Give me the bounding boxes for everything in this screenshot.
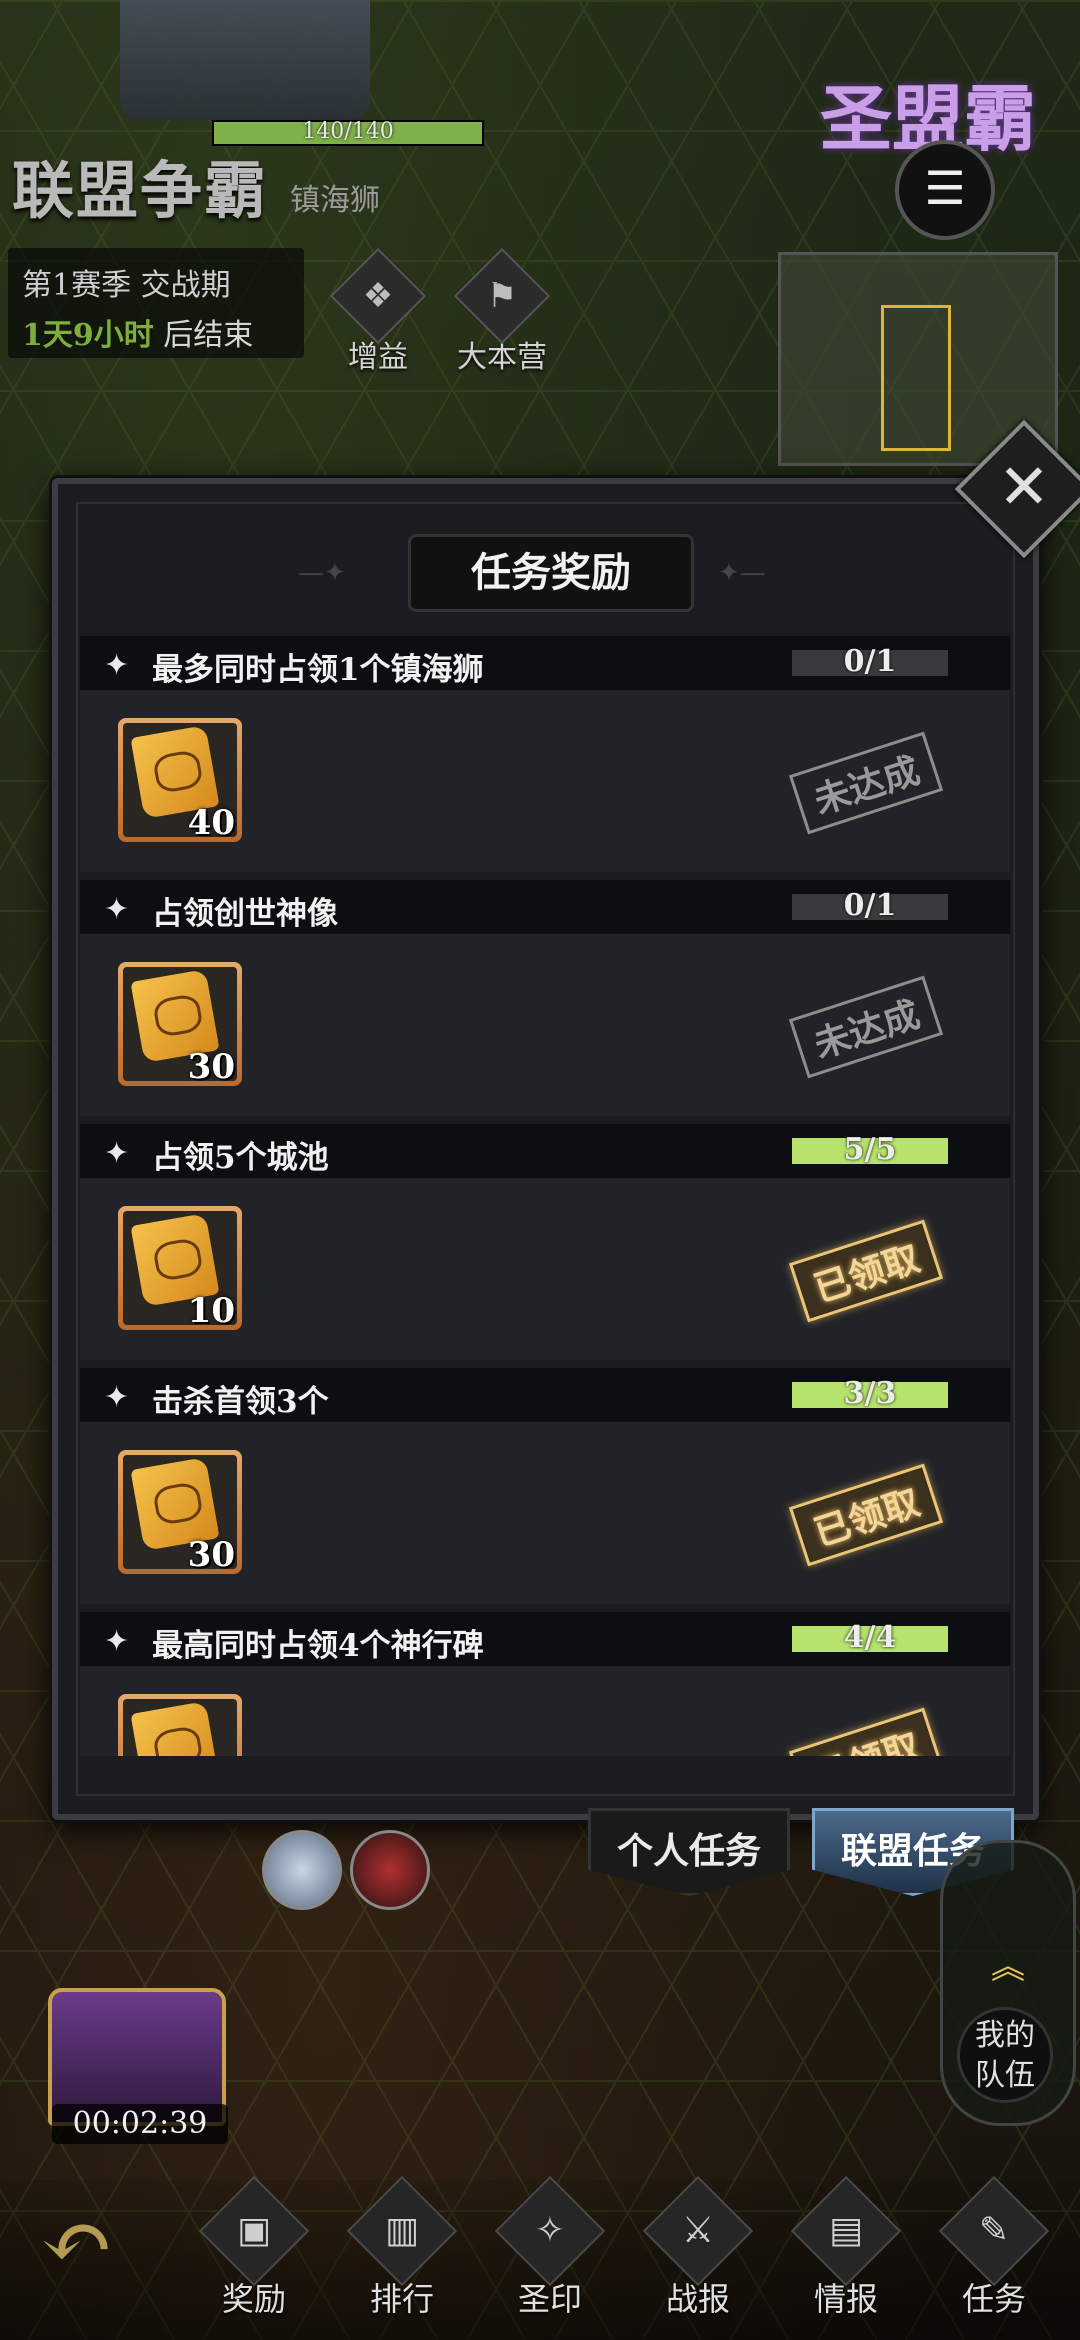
title-plate: 任务奖励 <box>408 534 694 612</box>
task-item: ✦ 最高同时占领4个神行碑 4/4 已领取 <box>80 1612 1010 1756</box>
nav-tasks[interactable]: ✎ 任务 <box>934 2175 1054 2320</box>
scroll-icon <box>130 1701 220 1756</box>
nav-battle-report[interactable]: ⚔ 战报 <box>638 2175 758 2320</box>
my-team-panel[interactable]: ︽ 我的 队伍 <box>940 1840 1076 2126</box>
chest-timer: 00:02:39 <box>52 2104 228 2144</box>
reward-quantity: 40 <box>187 803 235 837</box>
task-body: 30 已领取 <box>80 1422 1010 1612</box>
task-item: ✦ 最多同时占领1个镇海狮 0/1 40 未达成 <box>80 636 1010 880</box>
nav-ranking[interactable]: ▥ 排行 <box>342 2175 462 2320</box>
team-label-line2: 队伍 <box>975 2058 1035 2093</box>
back-arrow-icon[interactable]: ↶ <box>40 2190 114 2293</box>
status-stamp: 已领取 <box>788 1707 944 1756</box>
time-suffix: 后结束 <box>153 318 254 353</box>
task-name: 占领创世神像 <box>152 896 338 932</box>
task-progress-text: 5/5 <box>843 1132 897 1167</box>
task-item: ✦ 击杀首领3个 3/3 30 已领取 <box>80 1368 1010 1612</box>
task-progress-text: 3/3 <box>843 1376 897 1411</box>
status-stamp: 未达成 <box>788 731 944 835</box>
battle-report-icon: ⚔ <box>642 2175 754 2287</box>
my-team-button[interactable]: 我的 队伍 <box>957 2007 1053 2103</box>
task-header: ✦ 最高同时占领4个神行碑 4/4 <box>80 1612 1010 1666</box>
sparkle-icon: ✦ <box>104 1380 130 1415</box>
page-title: 联盟争霸 <box>12 154 269 227</box>
modal-title: 任务奖励 <box>471 549 631 596</box>
season-panel: 第1赛季 交战期 1天9小时 后结束 <box>8 248 304 358</box>
time-left: 1天9小时 <box>22 318 154 353</box>
task-body: 已领取 <box>80 1666 1010 1756</box>
task-name: 击杀首领3个 <box>152 1384 329 1420</box>
newspaper-icon: ▤ <box>790 2175 902 2287</box>
reward-item[interactable]: 30 <box>118 1450 242 1574</box>
sparkle-icon: ✦ <box>104 1136 130 1171</box>
reward-item[interactable]: 10 <box>118 1206 242 1330</box>
task-item: ✦ 占领5个城池 5/5 10 已领取 <box>80 1124 1010 1368</box>
task-body: 40 未达成 <box>80 690 1010 880</box>
task-header: ✦ 击杀首领3个 3/3 <box>80 1368 1010 1422</box>
nav-rewards[interactable]: ▣ 奖励 <box>194 2175 314 2320</box>
nav-intel[interactable]: ▤ 情报 <box>786 2175 906 2320</box>
sparkle-icon: ✦ <box>104 1624 130 1659</box>
task-progress-bar: 5/5 <box>792 1132 948 1167</box>
status-stamp: 已领取 <box>788 1463 944 1567</box>
task-body: 10 已领取 <box>80 1178 1010 1368</box>
task-header: ✦ 占领创世神像 0/1 <box>80 880 1010 934</box>
modal-header: —✦ ✦— 任务奖励 <box>298 520 778 620</box>
flag-icon: ⚑ <box>453 247 551 345</box>
ornament-right-icon: ✦— <box>718 558 766 588</box>
status-stamp: 已领取 <box>788 1219 944 1323</box>
chevron-up-icon[interactable]: ︽ <box>943 1939 1073 1988</box>
sparkle-icon: ✦ <box>104 892 130 927</box>
chat-icon: ☰ <box>924 161 966 215</box>
close-icon: ✕ <box>998 450 1050 523</box>
task-header: ✦ 占领5个城池 5/5 <box>80 1124 1010 1178</box>
task-progress-bar: 0/1 <box>792 888 948 923</box>
task-header: ✦ 最多同时占领1个镇海狮 0/1 <box>80 636 1010 690</box>
ornament-left-icon: —✦ <box>298 558 346 588</box>
reward-item[interactable]: 30 <box>118 962 242 1086</box>
seal-icon: ✧ <box>494 2175 606 2287</box>
reward-item[interactable]: 40 <box>118 718 242 842</box>
task-progress-text: 0/1 <box>843 644 897 679</box>
task-progress-bar: 0/1 <box>792 644 948 679</box>
chest-icon: ▣ <box>198 2175 310 2287</box>
task-list-icon: ✎ <box>938 2175 1050 2287</box>
hero-avatars <box>262 1830 438 1914</box>
chat-button[interactable]: ☰ <box>895 140 995 240</box>
buff-icon: ❖ <box>329 247 427 345</box>
task-progress-bar: 3/3 <box>792 1376 948 1411</box>
task-item: ✦ 占领创世神像 0/1 30 未达成 <box>80 880 1010 1124</box>
reward-quantity: 10 <box>187 1291 235 1325</box>
title-subtext: 镇海狮 <box>290 183 380 218</box>
task-name: 最高同时占领4个神行碑 <box>152 1628 484 1664</box>
castle-structure[interactable] <box>120 0 370 120</box>
task-progress-text: 4/4 <box>843 1620 897 1655</box>
task-body: 30 未达成 <box>80 934 1010 1124</box>
task-name: 最多同时占领1个镇海狮 <box>152 652 484 688</box>
task-name: 占领5个城池 <box>152 1140 329 1176</box>
avatar[interactable] <box>350 1830 430 1910</box>
hq-button[interactable]: ⚑ 大本营 <box>453 247 551 376</box>
buff-button[interactable]: ❖ 增益 <box>329 247 427 376</box>
reward-quantity: 30 <box>187 1047 235 1081</box>
podium-icon: ▥ <box>346 2175 458 2287</box>
season-countdown: 1天9小时 后结束 <box>22 310 253 354</box>
task-list[interactable]: ✦ 最多同时占领1个镇海狮 0/1 40 未达成 ✦ 占领创世神像 0/1 30… <box>80 636 1010 1756</box>
avatar[interactable] <box>262 1830 342 1910</box>
reward-item[interactable] <box>118 1694 242 1756</box>
status-stamp: 未达成 <box>788 975 944 1079</box>
season-phase: 第1赛季 交战期 <box>22 268 231 303</box>
nav-seal[interactable]: ✧ 圣印 <box>490 2175 610 2320</box>
task-progress-text: 0/1 <box>843 888 897 923</box>
team-label-line1: 我的 <box>975 2018 1035 2053</box>
reward-quantity: 30 <box>187 1535 235 1569</box>
task-reward-modal: —✦ ✦— 任务奖励 ✦ 最多同时占领1个镇海狮 0/1 40 未达成 ✦ 占领… <box>52 478 1039 1820</box>
minimap-viewport <box>881 305 951 451</box>
task-progress-bar: 4/4 <box>792 1620 948 1655</box>
sparkle-icon: ✦ <box>104 648 130 683</box>
